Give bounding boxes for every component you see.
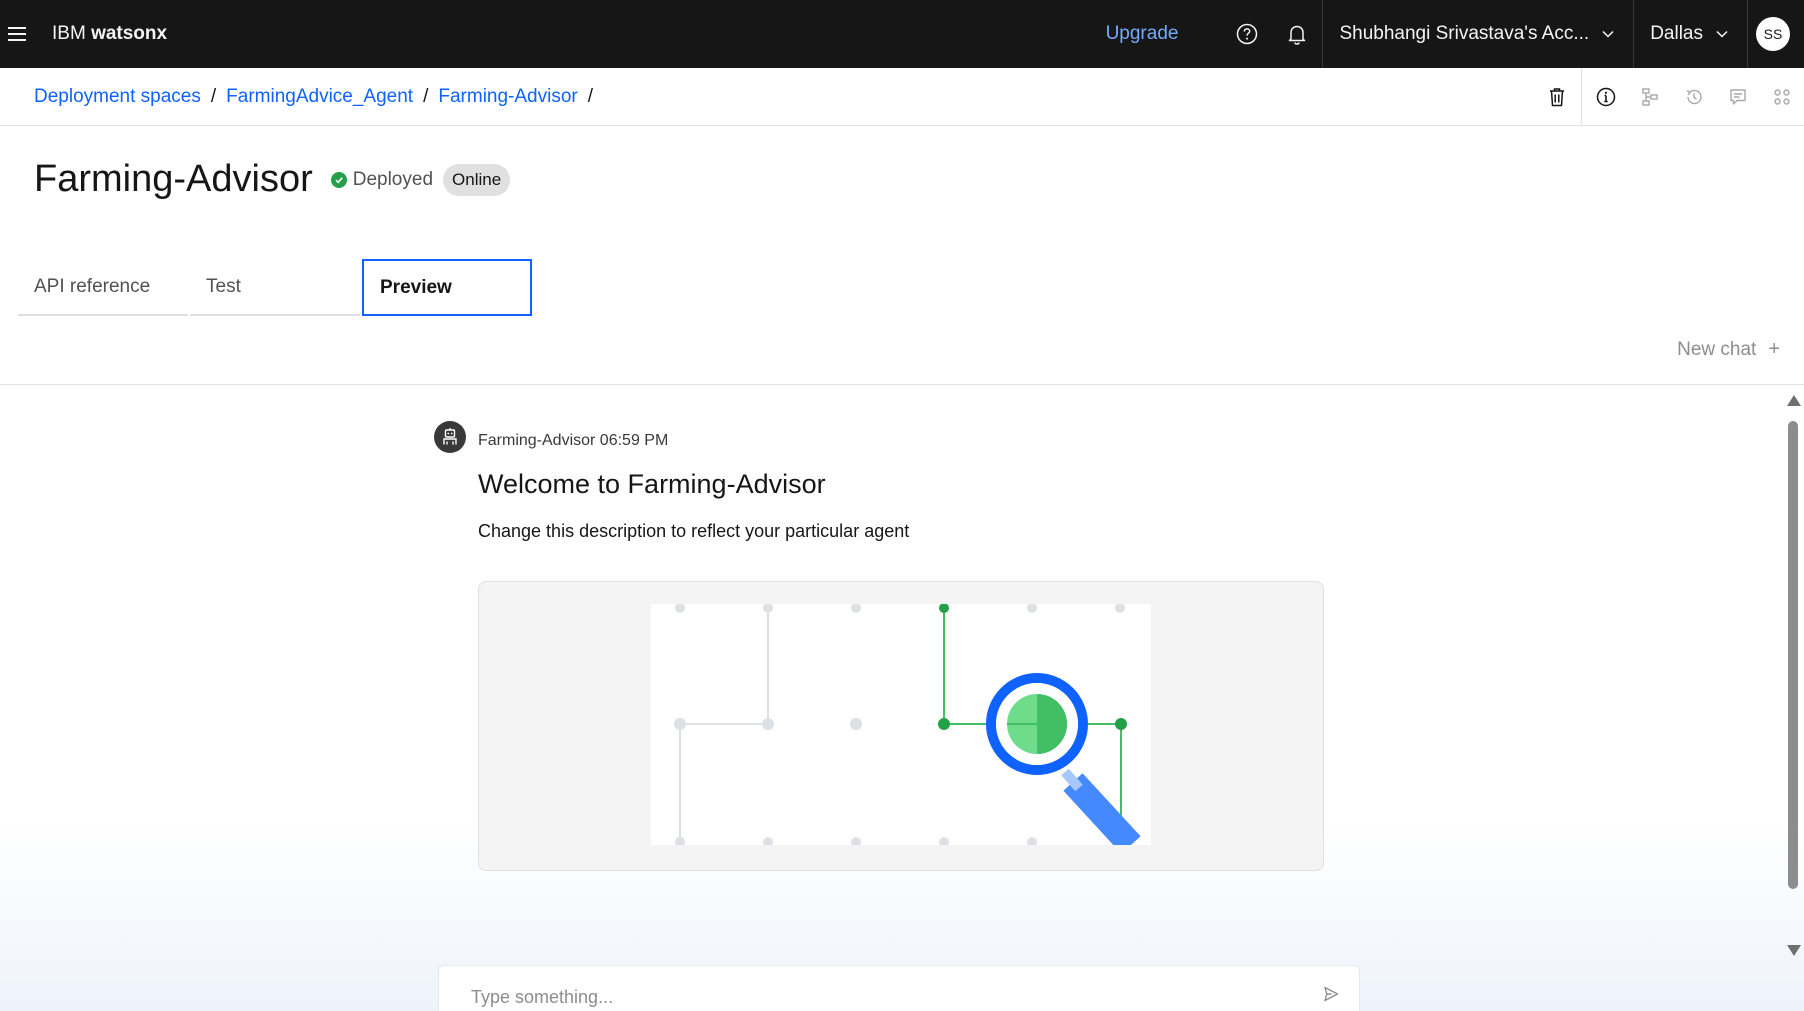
chat-input-container — [438, 965, 1360, 1011]
breadcrumb-separator: / — [423, 85, 429, 107]
breadcrumb-farming-advisor[interactable]: Farming-Advisor — [438, 86, 577, 108]
new-chat-button[interactable]: New chat + — [1677, 338, 1780, 361]
status-label: Deployed — [352, 168, 434, 190]
search-illustration — [651, 604, 1151, 845]
avatar: SS — [1756, 17, 1790, 51]
breadcrumb-deployment-spaces[interactable]: Deployment spaces — [34, 86, 201, 108]
page-actions — [1535, 68, 1804, 126]
brand-logo[interactable]: IBM watsonx — [52, 23, 167, 45]
chat-scrollbar[interactable] — [1782, 385, 1804, 960]
account-switcher[interactable]: Shubhangi Srivastava's Acc... — [1323, 0, 1633, 68]
notification-icon[interactable] — [1272, 0, 1322, 68]
breadcrumb-separator: / — [210, 85, 217, 107]
new-chat-label: New chat — [1677, 338, 1757, 360]
welcome-description: Change this description to reflect your … — [478, 521, 910, 541]
upgrade-link[interactable]: Upgrade — [1106, 23, 1179, 45]
region-label: Dallas — [1650, 23, 1703, 44]
chat-input[interactable] — [471, 980, 1291, 1011]
actions-divider — [1581, 68, 1582, 126]
tab-test[interactable]: Test — [190, 259, 360, 316]
flow-icon[interactable] — [1628, 68, 1672, 126]
page-header: Farming-Advisor Deployed Online — [34, 158, 511, 201]
status-badge: Online — [443, 163, 511, 196]
illustration-card — [478, 581, 1324, 871]
region-switcher[interactable]: Dallas — [1634, 0, 1747, 68]
checkmark-icon — [330, 171, 347, 188]
account-label: Shubhangi Srivastava's Acc... — [1339, 23, 1590, 44]
send-icon[interactable] — [1319, 982, 1343, 1006]
breadcrumb: Deployment spaces / FarmingAdvice_Agent … — [34, 86, 603, 108]
top-header-bar: IBM watsonx Upgrade Shubhangi Srivastava… — [0, 0, 1804, 68]
brand-prefix: IBM — [52, 23, 86, 44]
user-avatar-button[interactable]: SS — [1748, 0, 1798, 68]
breadcrumb-bar: Deployment spaces / FarmingAdvice_Agent … — [0, 68, 1804, 126]
scroll-up-arrow-icon[interactable] — [1787, 395, 1801, 406]
breadcrumb-separator: / — [587, 85, 594, 107]
robot-icon — [434, 421, 466, 453]
chevron-down-icon — [1601, 27, 1615, 41]
trash-icon[interactable] — [1535, 68, 1579, 126]
deployment-status: Deployed — [330, 168, 434, 191]
apps-icon[interactable] — [1760, 68, 1804, 126]
breadcrumb-farmingadvice-agent[interactable]: FarmingAdvice_Agent — [226, 86, 413, 108]
message-meta: Farming-Advisor 06:59 PM — [478, 432, 669, 449]
page-title: Farming-Advisor — [34, 158, 313, 200]
tab-api-reference[interactable]: API reference — [18, 259, 188, 316]
scroll-down-arrow-icon[interactable] — [1787, 945, 1801, 956]
add-icon: + — [1768, 338, 1780, 360]
chat-panel: Farming-Advisor 06:59 PM Welcome to Farm… — [0, 384, 1804, 1011]
tab-list: API reference Test Preview — [18, 259, 534, 316]
welcome-title: Welcome to Farming-Advisor — [478, 469, 826, 499]
brand-name: watsonx — [91, 23, 168, 44]
menu-icon[interactable] — [0, 0, 34, 68]
comment-icon[interactable] — [1716, 68, 1760, 126]
scrollbar-thumb[interactable] — [1788, 421, 1798, 889]
history-icon[interactable] — [1672, 68, 1716, 126]
info-icon[interactable] — [1584, 68, 1628, 126]
chevron-down-icon — [1715, 27, 1729, 41]
tab-preview[interactable]: Preview — [362, 259, 532, 316]
help-icon[interactable] — [1222, 0, 1272, 68]
